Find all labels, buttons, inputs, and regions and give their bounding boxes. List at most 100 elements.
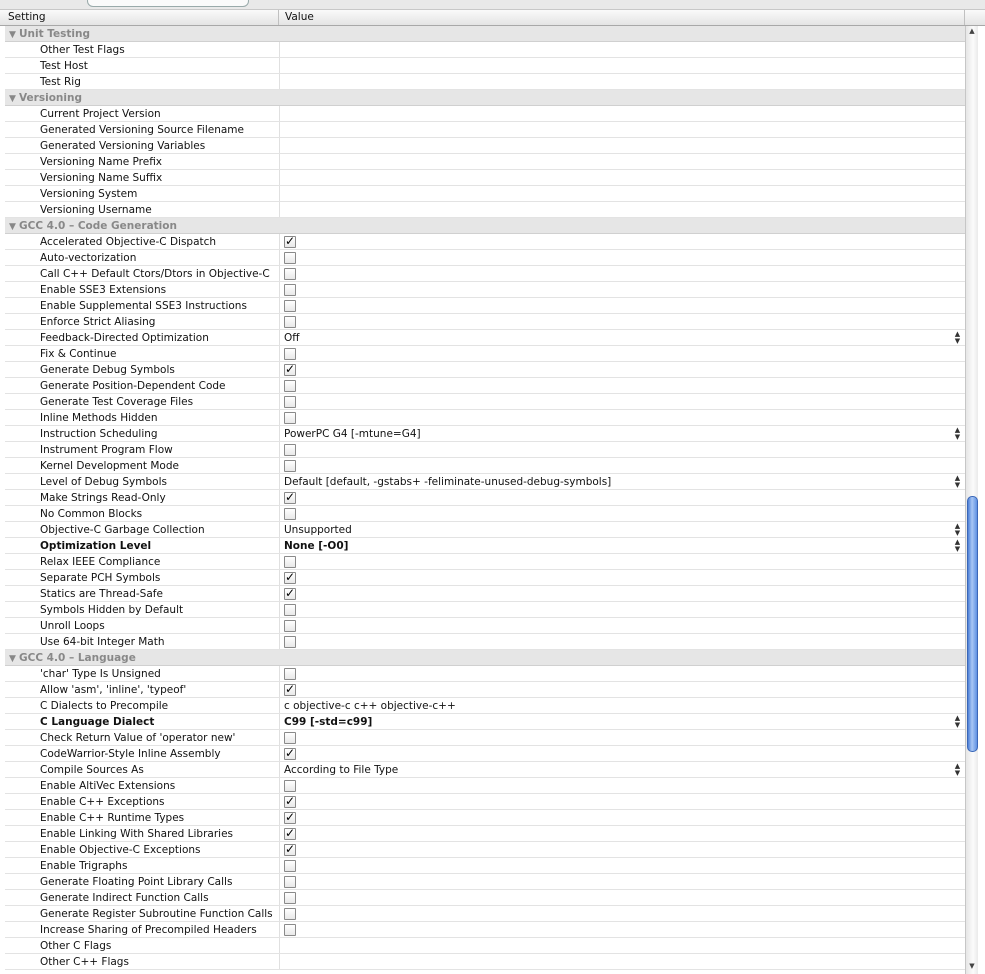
- popup-stepper-icon[interactable]: ▲ ▼: [954, 522, 961, 537]
- disclosure-triangle-icon[interactable]: ▼: [9, 651, 19, 667]
- setting-row[interactable]: Feedback-Directed Optimization Off ▲ ▼: [5, 330, 965, 346]
- setting-row[interactable]: Generate Test Coverage Files: [5, 394, 965, 410]
- setting-value[interactable]: [281, 314, 965, 329]
- setting-value[interactable]: [281, 906, 965, 921]
- setting-value[interactable]: [281, 938, 965, 953]
- setting-row[interactable]: 'char' Type Is Unsigned: [5, 666, 965, 682]
- disclosure-triangle-icon[interactable]: ▼: [9, 27, 19, 43]
- setting-value[interactable]: [281, 954, 965, 969]
- checkbox-checked[interactable]: [284, 794, 296, 809]
- checkbox-unchecked[interactable]: [284, 316, 296, 328]
- setting-row[interactable]: Enable Objective-C Exceptions: [5, 842, 965, 858]
- setting-value[interactable]: [281, 666, 965, 681]
- setting-row[interactable]: Use 64-bit Integer Math: [5, 634, 965, 650]
- setting-value[interactable]: [281, 778, 965, 793]
- setting-value[interactable]: [281, 298, 965, 313]
- setting-value[interactable]: [281, 346, 965, 361]
- setting-row[interactable]: Separate PCH Symbols: [5, 570, 965, 586]
- scroll-thumb[interactable]: [967, 496, 978, 752]
- setting-row[interactable]: Auto-vectorization: [5, 250, 965, 266]
- setting-value[interactable]: [281, 826, 965, 841]
- setting-row[interactable]: Enable AltiVec Extensions: [5, 778, 965, 794]
- setting-row[interactable]: Statics are Thread-Safe: [5, 586, 965, 602]
- setting-value[interactable]: c objective-c c++ objective-c++: [281, 698, 965, 713]
- setting-value[interactable]: [281, 554, 965, 569]
- setting-row[interactable]: Fix & Continue: [5, 346, 965, 362]
- setting-value[interactable]: [281, 74, 965, 89]
- setting-value[interactable]: [281, 106, 965, 121]
- checkbox-unchecked[interactable]: [284, 732, 296, 744]
- setting-value[interactable]: [281, 682, 965, 697]
- checkbox-unchecked[interactable]: [284, 668, 296, 680]
- setting-row[interactable]: C Language Dialect C99 [-std=c99] ▲ ▼: [5, 714, 965, 730]
- setting-value[interactable]: [281, 458, 965, 473]
- setting-value[interactable]: [281, 746, 965, 761]
- setting-value[interactable]: [281, 858, 965, 873]
- setting-row[interactable]: Versioning Username: [5, 202, 965, 218]
- setting-value[interactable]: PowerPC G4 [-mtune=G4] ▲ ▼: [281, 426, 965, 441]
- setting-value[interactable]: [281, 410, 965, 425]
- scroll-down-arrow-icon[interactable]: ▼: [966, 961, 978, 972]
- checkbox-unchecked[interactable]: [284, 780, 296, 792]
- setting-value[interactable]: [281, 794, 965, 809]
- setting-value[interactable]: [281, 282, 965, 297]
- setting-row[interactable]: Generate Debug Symbols: [5, 362, 965, 378]
- setting-value[interactable]: [281, 266, 965, 281]
- checkbox-unchecked[interactable]: [284, 620, 296, 632]
- checkbox-checked[interactable]: [284, 810, 296, 825]
- setting-row[interactable]: C Dialects to Precompile c objective-c c+…: [5, 698, 965, 714]
- setting-row[interactable]: Kernel Development Mode: [5, 458, 965, 474]
- setting-row[interactable]: Unroll Loops: [5, 618, 965, 634]
- setting-value[interactable]: [281, 202, 965, 217]
- setting-value[interactable]: [281, 730, 965, 745]
- setting-row[interactable]: Other C++ Flags: [5, 954, 965, 970]
- setting-row[interactable]: Other C Flags: [5, 938, 965, 954]
- search-field[interactable]: [87, 0, 249, 7]
- setting-row[interactable]: Enable SSE3 Extensions: [5, 282, 965, 298]
- setting-row[interactable]: CodeWarrior-Style Inline Assembly: [5, 746, 965, 762]
- setting-value[interactable]: [281, 362, 965, 377]
- popup-stepper-icon[interactable]: ▲ ▼: [954, 330, 961, 345]
- setting-value[interactable]: Unsupported ▲ ▼: [281, 522, 965, 537]
- setting-row[interactable]: Optimization Level None [-O0] ▲ ▼: [5, 538, 965, 554]
- checkbox-checked[interactable]: [284, 746, 296, 761]
- setting-value[interactable]: [281, 122, 965, 137]
- checkbox-unchecked[interactable]: [284, 380, 296, 392]
- setting-value[interactable]: [281, 634, 965, 649]
- setting-value[interactable]: [281, 618, 965, 633]
- setting-value[interactable]: [281, 442, 965, 457]
- checkbox-checked[interactable]: [284, 570, 296, 585]
- checkbox-checked[interactable]: [284, 490, 296, 505]
- setting-row[interactable]: Generate Indirect Function Calls: [5, 890, 965, 906]
- checkbox-checked[interactable]: [284, 234, 296, 249]
- setting-row[interactable]: Generate Floating Point Library Calls: [5, 874, 965, 890]
- setting-value[interactable]: [281, 922, 965, 937]
- setting-value[interactable]: [281, 490, 965, 505]
- setting-value[interactable]: [281, 602, 965, 617]
- checkbox-unchecked[interactable]: [284, 892, 296, 904]
- checkbox-checked[interactable]: [284, 842, 296, 857]
- setting-row[interactable]: Allow 'asm', 'inline', 'typeof': [5, 682, 965, 698]
- setting-value[interactable]: [281, 394, 965, 409]
- checkbox-checked[interactable]: [284, 362, 296, 377]
- checkbox-checked[interactable]: [284, 682, 296, 697]
- setting-value[interactable]: [281, 170, 965, 185]
- setting-row[interactable]: Enable Trigraphs: [5, 858, 965, 874]
- column-header-setting[interactable]: Setting: [0, 10, 279, 25]
- setting-value[interactable]: According to File Type ▲ ▼: [281, 762, 965, 777]
- setting-row[interactable]: Generated Versioning Source Filename: [5, 122, 965, 138]
- setting-row[interactable]: Inline Methods Hidden: [5, 410, 965, 426]
- setting-row[interactable]: Test Host: [5, 58, 965, 74]
- setting-value[interactable]: [281, 42, 965, 57]
- checkbox-unchecked[interactable]: [284, 300, 296, 312]
- setting-row[interactable]: Instrument Program Flow: [5, 442, 965, 458]
- checkbox-checked[interactable]: [284, 826, 296, 841]
- checkbox-checked[interactable]: [284, 586, 296, 601]
- column-header-value[interactable]: Value: [280, 10, 965, 25]
- setting-value[interactable]: C99 [-std=c99] ▲ ▼: [281, 714, 965, 729]
- setting-value[interactable]: [281, 138, 965, 153]
- setting-row[interactable]: Call C++ Default Ctors/Dtors in Objectiv…: [5, 266, 965, 282]
- setting-row[interactable]: Increase Sharing of Precompiled Headers: [5, 922, 965, 938]
- setting-row[interactable]: Compile Sources As According to File Type…: [5, 762, 965, 778]
- setting-value[interactable]: Default [default, -gstabs+ -feliminate-u…: [281, 474, 965, 489]
